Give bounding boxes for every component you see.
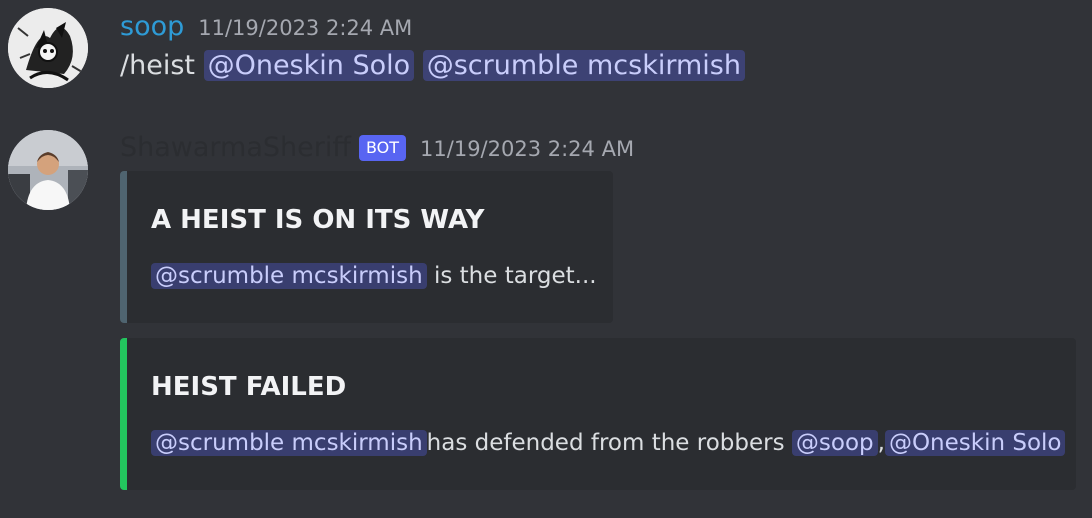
embed-title: A HEIST IS ON ITS WAY <box>151 205 485 235</box>
bot-badge: BOT <box>358 135 407 161</box>
mention[interactable]: @Oneskin Solo <box>203 50 415 81</box>
mention[interactable]: @scrumble mcskirmish <box>151 430 427 456</box>
embed-description: @scrumble mcskirmish has defended from th… <box>151 425 1066 461</box>
chat-messages: soop 11/19/2023 2:24 AM /heist @Oneskin … <box>0 0 1092 518</box>
command-text: /heist <box>120 50 195 81</box>
mention[interactable]: @soop <box>791 430 878 456</box>
embed-text: has defended from the robbers <box>426 430 785 456</box>
embed-text: is the target... <box>433 263 597 289</box>
timestamp: 11/19/2023 2:24 AM <box>198 16 413 40</box>
embed-heist-failed: HEIST FAILED @scrumble mcskirmish has def… <box>120 338 1076 490</box>
embed-description: @scrumble mcskirmish is the target... <box>151 258 597 294</box>
username[interactable]: soop <box>120 10 184 44</box>
username[interactable]: ShawarmaSheriff <box>120 131 351 165</box>
mention[interactable]: @scrumble mcskirmish <box>422 50 745 81</box>
message-header: ShawarmaSheriff BOT 11/19/2023 2:24 AM <box>120 131 634 165</box>
mention[interactable]: @scrumble mcskirmish <box>151 263 427 289</box>
avatar[interactable] <box>8 8 88 88</box>
timestamp: 11/19/2023 2:24 AM <box>420 137 635 161</box>
message-content: /heist @Oneskin Solo @scrumble mcskirmis… <box>120 46 745 86</box>
avatar[interactable] <box>8 130 88 210</box>
embed-title: HEIST FAILED <box>151 372 347 402</box>
embed-heist-started: A HEIST IS ON ITS WAY @scrumble mcskirmi… <box>120 171 613 323</box>
message-header: soop 11/19/2023 2:24 AM <box>120 10 412 44</box>
avatar-drawing-icon <box>8 8 88 88</box>
avatar-photo-icon <box>8 130 88 210</box>
mention[interactable]: @Oneskin Solo <box>884 430 1066 456</box>
separator: , <box>877 430 885 456</box>
